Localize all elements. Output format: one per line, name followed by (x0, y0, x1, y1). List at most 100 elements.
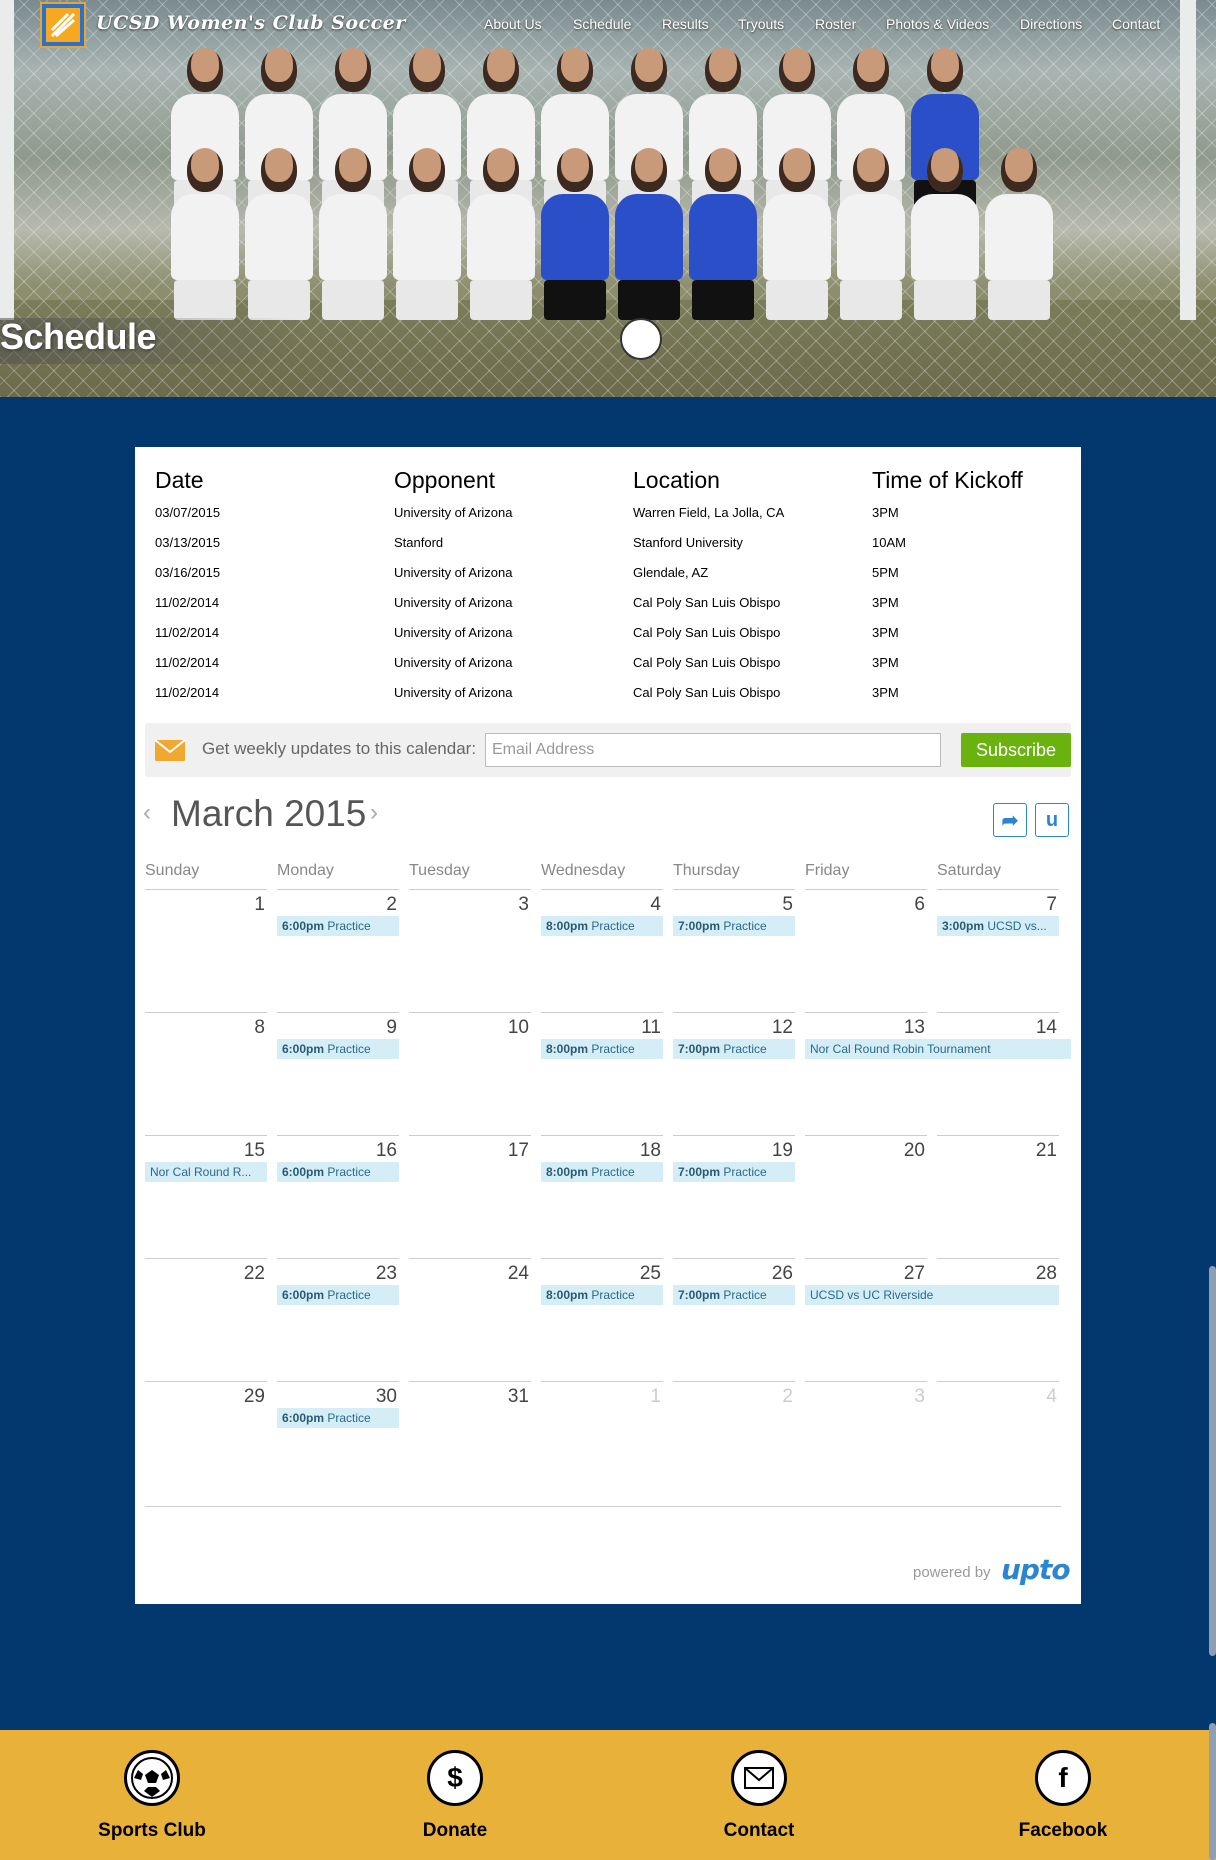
day-number[interactable]: 2 (277, 894, 397, 916)
nav-photos-videos[interactable]: Photos & Videos (886, 16, 989, 32)
day-number[interactable]: 1 (541, 1386, 661, 1408)
day-number[interactable]: 3 (805, 1386, 925, 1408)
calendar-event[interactable]: 3:00pm UCSD vs... (937, 916, 1059, 936)
weekday-label: Wednesday (541, 862, 626, 879)
upto-u-icon[interactable]: u (1035, 803, 1069, 837)
calendar-event[interactable]: 6:00pm Practice (277, 1285, 399, 1305)
page-scrollbar[interactable] (1209, 1266, 1216, 1656)
footer-donate[interactable]: $ Donate (355, 1750, 555, 1842)
calendar-event[interactable]: 6:00pm Practice (277, 1408, 399, 1428)
calendar-event[interactable]: 6:00pm Practice (277, 916, 399, 936)
day-number[interactable]: 1 (145, 894, 265, 916)
calendar-event[interactable]: 7:00pm Practice (673, 1039, 795, 1059)
day-divider (541, 1258, 663, 1259)
day-number[interactable]: 13 (805, 1017, 925, 1039)
calendar-event[interactable]: 8:00pm Practice (541, 916, 663, 936)
schedule-cell: 3PM (872, 685, 899, 700)
footer-sports-club[interactable]: Sports Club (52, 1750, 252, 1842)
day-number[interactable]: 4 (541, 894, 661, 916)
team-member (908, 148, 982, 320)
day-number[interactable]: 7 (937, 894, 1057, 916)
day-number[interactable]: 25 (541, 1263, 661, 1285)
weekday-label: Friday (805, 862, 850, 879)
footer-label: Facebook (1018, 1820, 1108, 1841)
schedule-cell: Cal Poly San Luis Obispo (633, 625, 781, 640)
schedule-cell: 5PM (872, 565, 899, 580)
day-divider (673, 1135, 795, 1136)
day-divider (145, 1258, 267, 1259)
subscribe-button[interactable]: Subscribe (961, 733, 1071, 767)
day-number[interactable]: 21 (937, 1140, 1057, 1162)
goal-post-left (0, 0, 14, 320)
envelope-icon (731, 1750, 787, 1806)
day-number[interactable]: 15 (145, 1140, 265, 1162)
calendar-event[interactable]: 8:00pm Practice (541, 1162, 663, 1182)
day-number[interactable]: 28 (937, 1263, 1057, 1285)
day-number[interactable]: 10 (409, 1017, 529, 1039)
day-number[interactable]: 24 (409, 1263, 529, 1285)
event-title: Practice (723, 1165, 767, 1179)
day-number[interactable]: 4 (937, 1386, 1057, 1408)
calendar-event[interactable]: 8:00pm Practice (541, 1039, 663, 1059)
day-number[interactable]: 14 (937, 1017, 1057, 1039)
team-member (538, 148, 612, 320)
nav-directions[interactable]: Directions (1020, 16, 1082, 32)
footer-contact[interactable]: Contact (659, 1750, 859, 1842)
calendar-event[interactable]: 7:00pm Practice (673, 1162, 795, 1182)
calendar-event[interactable]: 6:00pm Practice (277, 1162, 399, 1182)
calendar-event[interactable]: 8:00pm Practice (541, 1285, 663, 1305)
team-member (464, 148, 538, 320)
day-number[interactable]: 29 (145, 1386, 265, 1408)
calendar-event[interactable]: 7:00pm Practice (673, 916, 795, 936)
day-number[interactable]: 23 (277, 1263, 397, 1285)
day-number[interactable]: 5 (673, 894, 793, 916)
day-number[interactable]: 26 (673, 1263, 793, 1285)
day-number[interactable]: 16 (277, 1140, 397, 1162)
day-number[interactable]: 6 (805, 894, 925, 916)
event-title: Practice (327, 919, 371, 933)
nav-results[interactable]: Results (662, 16, 709, 32)
day-number[interactable]: 12 (673, 1017, 793, 1039)
weekday-label: Sunday (145, 862, 200, 879)
share-arrow-icon[interactable]: ➦ (993, 803, 1027, 837)
day-number[interactable]: 2 (673, 1386, 793, 1408)
site-logo[interactable] (40, 2, 86, 48)
day-divider (937, 1258, 1059, 1259)
day-number[interactable]: 22 (145, 1263, 265, 1285)
day-number[interactable]: 31 (409, 1386, 529, 1408)
calendar-event[interactable]: 6:00pm Practice (277, 1039, 399, 1059)
chevron-left-icon[interactable]: ‹ (143, 799, 151, 827)
calendar-event[interactable]: Nor Cal Round R... (145, 1162, 267, 1182)
day-number[interactable]: 30 (277, 1386, 397, 1408)
site-title[interactable]: UCSD Women's Club Soccer (96, 12, 406, 34)
upto-logo[interactable]: upto (1001, 1553, 1071, 1586)
nav-roster[interactable]: Roster (815, 16, 856, 32)
day-number[interactable]: 3 (409, 894, 529, 916)
day-number[interactable]: 19 (673, 1140, 793, 1162)
calendar-event[interactable]: 7:00pm Practice (673, 1285, 795, 1305)
chevron-right-icon[interactable]: › (370, 799, 378, 827)
email-input[interactable] (485, 733, 941, 767)
day-number[interactable]: 18 (541, 1140, 661, 1162)
day-number[interactable]: 9 (277, 1017, 397, 1039)
schedule-cell: 3PM (872, 505, 899, 520)
day-number[interactable]: 20 (805, 1140, 925, 1162)
nav-schedule[interactable]: Schedule (573, 16, 631, 32)
footer-facebook[interactable]: f Facebook (963, 1750, 1163, 1842)
day-number[interactable]: 27 (805, 1263, 925, 1285)
schedule-cell: University of Arizona (394, 505, 513, 520)
day-divider (805, 1012, 927, 1013)
calendar-event[interactable]: Nor Cal Round Robin Tournament (805, 1039, 1071, 1059)
nav-contact[interactable]: Contact (1112, 16, 1160, 32)
day-divider (937, 1135, 1059, 1136)
day-number[interactable]: 17 (409, 1140, 529, 1162)
nav-tryouts[interactable]: Tryouts (738, 16, 784, 32)
day-number[interactable]: 11 (541, 1017, 661, 1039)
calendar-event[interactable]: UCSD vs UC Riverside (805, 1285, 1059, 1305)
day-number[interactable]: 8 (145, 1017, 265, 1039)
soccer-ball (620, 318, 662, 360)
schedule-cell: 03/16/2015 (155, 565, 221, 580)
page-scrollbar-lower[interactable] (1209, 1723, 1216, 1860)
nav-about-us[interactable]: About Us (484, 16, 542, 32)
day-divider (145, 1381, 267, 1382)
